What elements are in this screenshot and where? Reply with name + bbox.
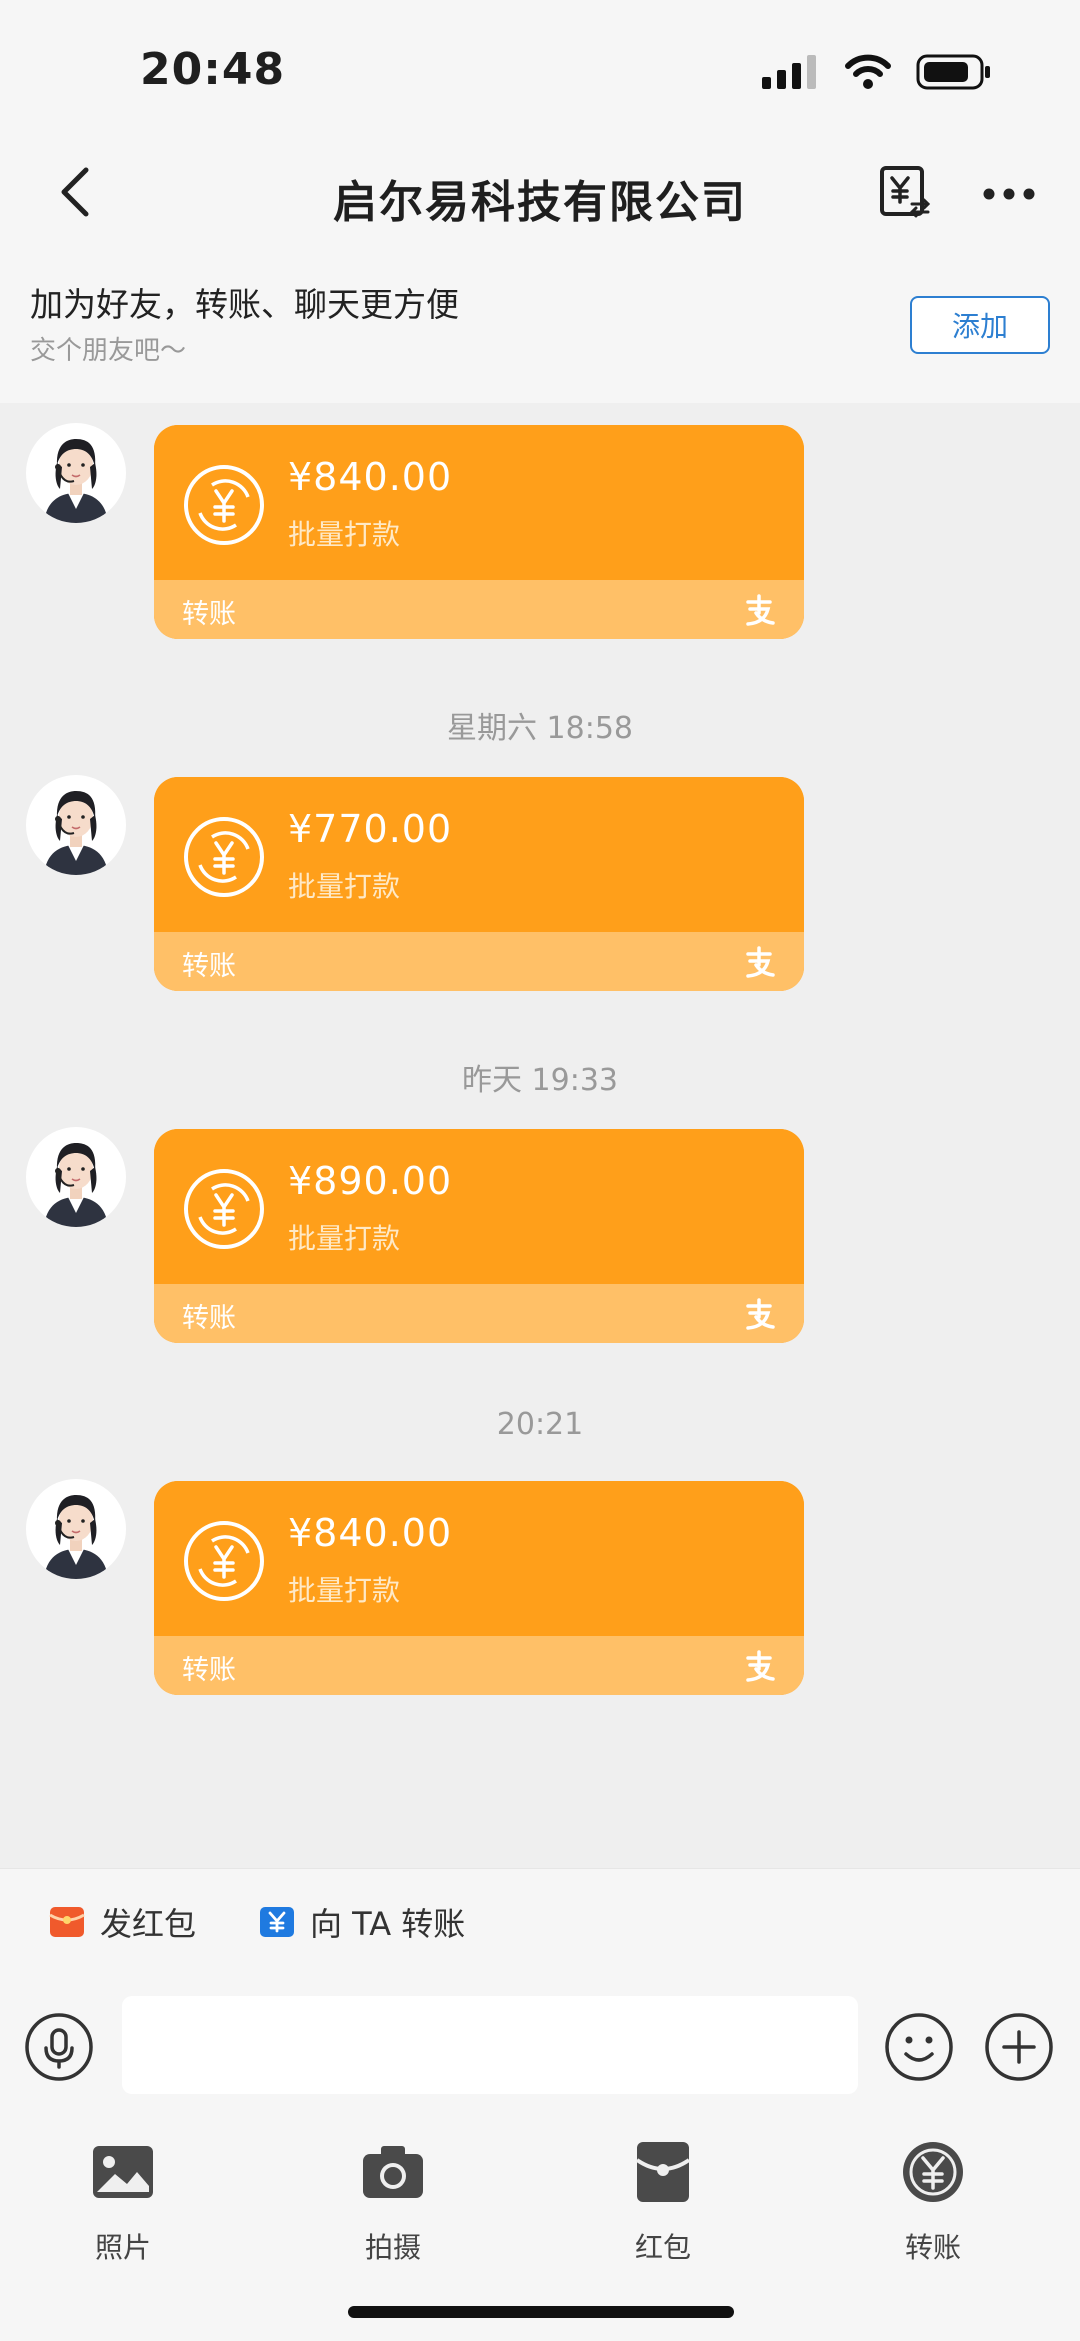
transfer-to-ta-button[interactable]: 向 TA 转账 [258,1899,465,1945]
timestamp: 20:21 [496,1407,584,1442]
red-packet-icon [49,1907,85,1937]
transfer-card-icon [260,1907,294,1937]
transfer-card-footer: 转账 [154,932,804,991]
transfer-icon [903,2142,963,2202]
transfer-note: 批量打款 [288,1574,401,1607]
red-packet-label: 红包 [634,2231,691,2264]
yuan-coin-icon [184,465,264,545]
chat-title: 启尔易科技有限公司 [333,177,747,228]
yuan-coin-icon [184,1169,264,1249]
chevron-left-icon [61,167,89,217]
chat-header: 启尔易科技有限公司 [0,140,1080,246]
transfer-amount: ¥840.00 [288,1511,453,1555]
transfer-receipt-icon[interactable] [878,164,932,222]
transfer-note: 批量打款 [288,518,401,551]
red-packet-icon [635,2142,691,2202]
quick-actions-bar: 发红包 向 TA 转账 [0,1868,1080,1977]
photo-icon [93,2146,153,2198]
home-indicator [348,2306,734,2318]
camera-icon [363,2146,423,2198]
camera-tool[interactable]: 拍摄 [313,2130,473,2266]
add-friend-button[interactable]: 添加 [910,296,1050,354]
avatar[interactable] [26,1127,126,1227]
voice-input-button[interactable] [24,2012,94,2082]
message-row: ¥890.00 批量打款 转账 [0,1127,1080,1343]
transfer-card[interactable]: ¥840.00 批量打款 转账 [154,425,804,639]
transfer-amount: ¥890.00 [288,1159,453,1203]
red-packet-tool[interactable]: 红包 [583,2130,743,2266]
wifi-icon [845,54,891,89]
transfer-label: 转账 [182,1655,236,1686]
add-friend-banner: 加为好友，转账、聊天更方便 交个朋友吧～ 添加 [0,246,1080,403]
transfer-amount: ¥840.00 [288,455,453,499]
send-red-packet-label: 发红包 [100,1905,197,1943]
back-button[interactable] [44,162,104,222]
alipay-icon [746,946,775,978]
battery-icon [916,54,990,90]
transfer-card[interactable]: ¥840.00 批量打款 转账 [154,1481,804,1695]
transfer-card[interactable]: ¥890.00 批量打款 转账 [154,1129,804,1343]
alipay-icon [746,1298,775,1330]
banner-subtitle: 交个朋友吧～ [30,336,187,366]
send-red-packet-button[interactable]: 发红包 [48,1899,196,1945]
transfer-note: 批量打款 [288,1222,401,1255]
more-actions-button[interactable] [984,2012,1054,2082]
emoji-button[interactable] [884,2012,954,2082]
message-input[interactable] [122,1996,858,2094]
transfer-card-body: ¥770.00 批量打款 [154,777,804,932]
transfer-card-body: ¥840.00 批量打款 [154,425,804,580]
transfer-card[interactable]: ¥770.00 批量打款 转账 [154,777,804,991]
transfer-card-footer: 转账 [154,580,804,639]
status-bar: 20:48 [0,0,1080,140]
more-dots-icon [983,188,1035,200]
camera-label: 拍摄 [364,2231,421,2264]
status-icons [762,54,992,90]
transfer-label: 转账 [182,599,236,630]
transfer-card-body: ¥840.00 批量打款 [154,1481,804,1636]
transfer-to-ta-label: 向 TA 转账 [310,1905,466,1943]
timestamp: 昨天 19:33 [462,1063,618,1098]
transfer-label: 转账 [904,2231,961,2264]
photo-label: 照片 [94,2231,151,2264]
message-row: ¥770.00 批量打款 转账 [0,775,1080,991]
message-list: ¥840.00 批量打款 转账 星期六 18:58 ¥770.00 批量打款 转… [0,403,1080,1868]
more-button[interactable] [974,166,1044,222]
transfer-label: 转账 [182,1303,236,1334]
transfer-tool[interactable]: 转账 [853,2130,1013,2266]
timestamp: 星期六 18:58 [447,711,633,746]
photo-tool[interactable]: 照片 [43,2130,203,2266]
yuan-coin-icon [184,1521,264,1601]
transfer-note: 批量打款 [288,870,401,903]
alipay-icon [746,594,775,626]
avatar[interactable] [26,423,126,523]
yuan-coin-icon [184,817,264,897]
message-row: ¥840.00 批量打款 转账 [0,1479,1080,1695]
transfer-card-body: ¥890.00 批量打款 [154,1129,804,1284]
signal-icon [762,55,816,89]
banner-title: 加为好友，转账、聊天更方便 [30,285,459,324]
alipay-icon [746,1650,775,1682]
transfer-card-footer: 转账 [154,1636,804,1695]
transfer-label: 转账 [182,951,236,982]
transfer-card-footer: 转账 [154,1284,804,1343]
avatar[interactable] [26,775,126,875]
message-row: ¥840.00 批量打款 转账 [0,423,1080,639]
input-bar [0,1976,1080,2114]
status-time: 20:48 [140,44,286,95]
transfer-amount: ¥770.00 [288,807,453,851]
avatar[interactable] [26,1479,126,1579]
